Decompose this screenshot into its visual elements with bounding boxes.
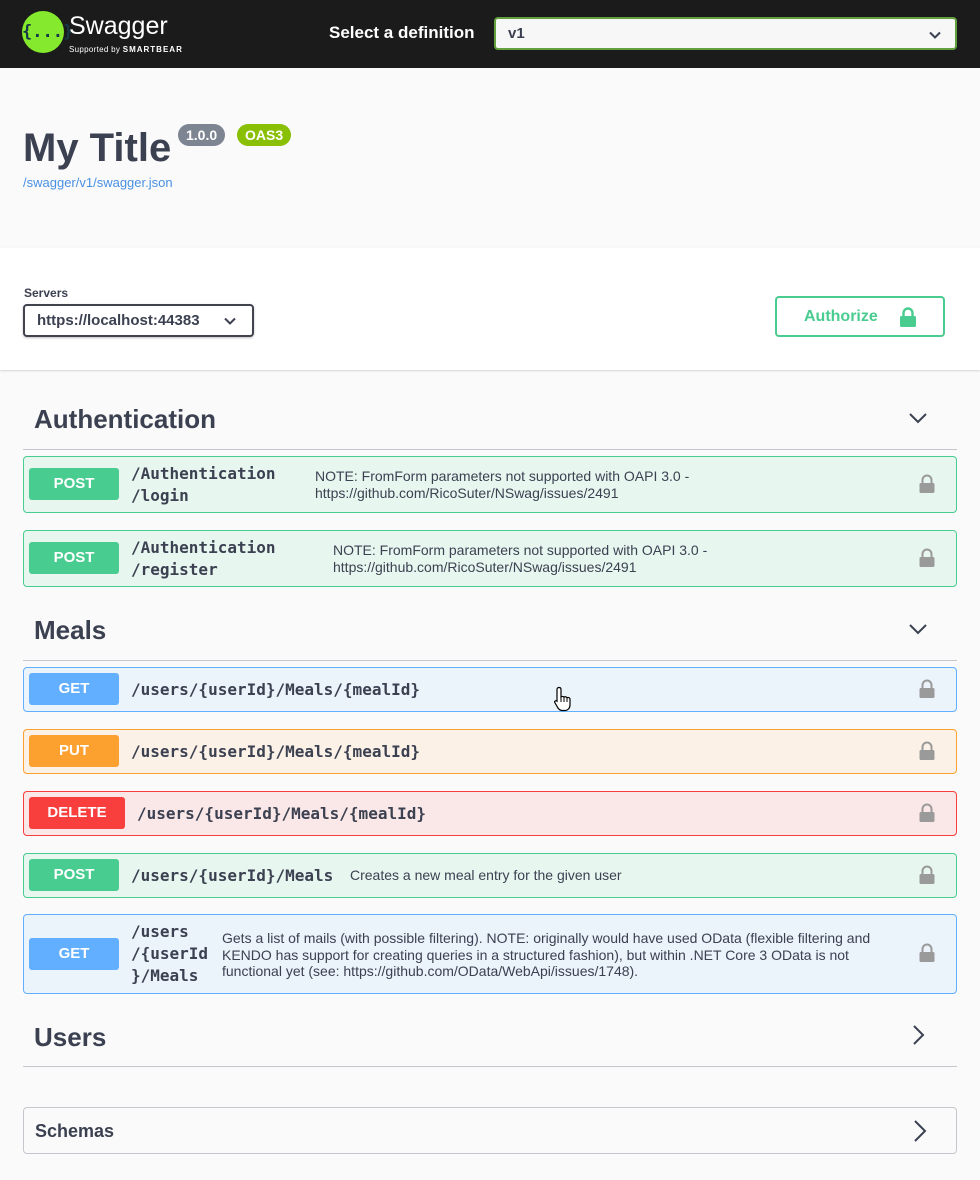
- tag-name: Users: [34, 1022, 107, 1052]
- operation-put-meal[interactable]: PUT /users/{userId}/Meals/{mealId}: [23, 729, 957, 774]
- operation-description: Creates a new meal entry for the given u…: [350, 867, 622, 883]
- operation-path-line: /Authentication: [131, 538, 276, 557]
- operation-path: /users/{userId}/Meals/{mealId}: [137, 804, 426, 823]
- definition-select-value: v1: [508, 25, 525, 42]
- server-select-value: https://localhost:44383: [37, 312, 200, 329]
- operation-path-line: }/Meals: [131, 966, 199, 985]
- page-title: My Title: [23, 126, 172, 170]
- authorize-label: Authorize: [804, 308, 878, 325]
- method-badge: GET: [29, 673, 119, 705]
- server-select[interactable]: https://localhost:44383: [23, 304, 254, 337]
- chevron-down-icon: [929, 31, 941, 39]
- chevron-down-icon: [909, 624, 927, 635]
- operation-path: /Authentication/register: [131, 537, 276, 581]
- lock-icon[interactable]: [918, 548, 936, 568]
- operation-path-line: /login: [131, 486, 189, 505]
- operation-path: /users/{userId}/Meals/{mealId}: [131, 742, 420, 761]
- spec-badge: OAS3: [237, 124, 292, 146]
- definition-select[interactable]: v1: [494, 17, 957, 50]
- lock-icon[interactable]: [918, 803, 936, 823]
- method-badge: PUT: [29, 735, 119, 767]
- lock-icon[interactable]: [918, 679, 936, 699]
- operation-path: /users /{userId }/Meals: [131, 921, 208, 987]
- schemas-section[interactable]: Schemas: [23, 1107, 957, 1154]
- tag-meals[interactable]: Meals: [23, 605, 957, 661]
- lock-icon[interactable]: [918, 474, 936, 494]
- method-badge: POST: [29, 859, 119, 891]
- lock-icon[interactable]: [918, 943, 936, 963]
- servers-label: Servers: [24, 286, 69, 300]
- method-badge: POST: [29, 542, 119, 574]
- operation-path-line: /register: [131, 560, 218, 579]
- operation-path: /Authentication/login: [131, 463, 276, 507]
- tag-name: Authentication: [34, 404, 216, 434]
- chevron-right-icon: [913, 1025, 925, 1045]
- topbar: {...} Swagger Supported by SMARTBEAR Sel…: [0, 0, 980, 68]
- chevron-right-icon: [914, 1120, 927, 1142]
- operation-path-line: /users: [131, 922, 189, 941]
- chevron-down-icon: [909, 413, 927, 424]
- api-info: My Title 1.0.0 OAS3 /swagger/v1/swagger.…: [0, 68, 980, 248]
- operation-path-line: /Authentication: [131, 464, 276, 483]
- authorize-button[interactable]: Authorize: [775, 296, 945, 337]
- spec-url-link[interactable]: /swagger/v1/swagger.json: [23, 175, 173, 190]
- operation-delete-meal[interactable]: DELETE /users/{userId}/Meals/{mealId}: [23, 791, 957, 836]
- operation-get-meals-list[interactable]: GET /users /{userId }/Meals Gets a list of…: [23, 914, 957, 994]
- operation-description: NOTE: FromForm parameters not supported …: [333, 542, 708, 575]
- lock-icon[interactable]: [918, 741, 936, 761]
- servers-panel: Servers https://localhost:44383 Authoriz…: [0, 248, 980, 370]
- operation-path: /users/{userId}/Meals: [131, 866, 334, 885]
- lock-icon: [900, 307, 916, 327]
- chevron-down-icon: [224, 317, 236, 325]
- method-badge: DELETE: [29, 797, 125, 829]
- definition-label: Select a definition: [329, 23, 475, 42]
- operation-post-authentication-register[interactable]: POST /Authentication/register NOTE: From…: [23, 530, 957, 587]
- lock-icon[interactable]: [918, 865, 936, 885]
- operation-path-line: /{userId: [131, 944, 209, 963]
- brand-subtitle-company: SMARTBEAR: [122, 45, 183, 54]
- operation-post-authentication-login[interactable]: POST /Authentication/login NOTE: FromFor…: [23, 456, 957, 513]
- operation-post-meals[interactable]: POST /users/{userId}/Meals Creates a new…: [23, 853, 957, 898]
- version-badge: 1.0.0: [178, 124, 226, 146]
- schemas-label: Schemas: [35, 1121, 115, 1141]
- operation-description: Gets a list of mails (with possible filt…: [222, 930, 871, 979]
- brand-subtitle: Supported by SMARTBEAR: [69, 45, 183, 54]
- hand-pointer-icon: [554, 686, 571, 712]
- swagger-logo[interactable]: {...} Swagger Supported by SMARTBEAR: [22, 11, 202, 57]
- method-badge: GET: [29, 938, 119, 970]
- operation-get-meal[interactable]: GET /users/{userId}/Meals/{mealId}: [23, 667, 957, 712]
- method-badge: POST: [29, 468, 119, 500]
- operation-description: NOTE: FromForm parameters not supported …: [315, 468, 690, 501]
- tag-authentication[interactable]: Authentication: [23, 394, 957, 450]
- tag-name: Meals: [34, 615, 107, 645]
- swagger-logo-icon: {...}: [22, 11, 73, 53]
- brand-name: Swagger: [69, 12, 168, 40]
- operation-path: /users/{userId}/Meals/{mealId}: [131, 680, 420, 699]
- tag-users[interactable]: Users: [23, 1011, 957, 1067]
- brand-subtitle-prefix: Supported by: [69, 45, 121, 54]
